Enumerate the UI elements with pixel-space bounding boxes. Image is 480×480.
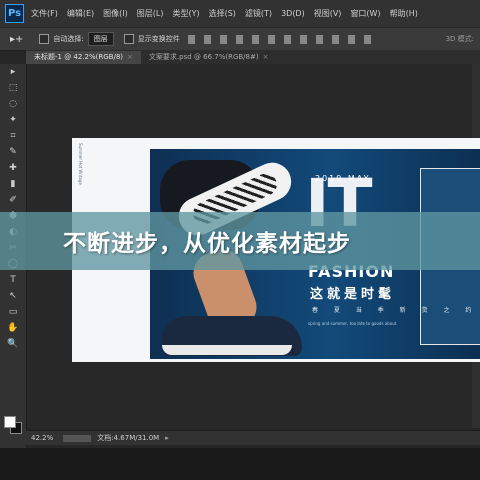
tab-copy-requirements[interactable]: 文案要求.psd @ 66.7%(RGB/8#) × [141,51,277,64]
menu-window[interactable]: 窗口(W) [350,8,380,19]
3d-mode-label: 3D 模式: [445,35,474,43]
zoom-level[interactable]: 42.2% [31,434,53,442]
status-bar: 42.2% 文档:4.67M/31.0M ▸ [26,430,480,445]
menu-filter[interactable]: 滤镜(T) [245,8,272,19]
healing-tool-icon[interactable]: ✚ [6,162,20,174]
banner-shoe-sole-bottom [162,345,292,355]
menu-image[interactable]: 图像(I) [103,8,128,19]
document-tabs: 未标题-1 @ 42.2%(RGB/8) × 文案要求.psd @ 66.7%(R… [26,50,480,64]
menu-view[interactable]: 视图(V) [314,8,342,19]
banner-tagline: spring and summer, too late to goods abo… [308,321,397,326]
close-icon[interactable]: × [127,53,133,61]
move-tool-icon[interactable]: ▸+ [10,34,23,45]
document-size: 文档:4.67M/31.0M [97,434,160,442]
clone-stamp-tool-icon[interactable]: ✐ [6,194,20,206]
crop-tool-icon[interactable]: ⌗ [6,130,20,142]
distribute-left-icon[interactable] [331,34,339,44]
menu-help[interactable]: 帮助(H) [390,8,418,19]
menu-edit[interactable]: 编辑(E) [67,8,94,19]
menu-bar: Ps 文件(F) 编辑(E) 图像(I) 图层(L) 类型(Y) 选择(S) 滤… [0,0,480,27]
eyedropper-tool-icon[interactable]: ✎ [6,146,20,158]
auto-select-dropdown[interactable]: 图层 [87,32,114,46]
type-tool-icon[interactable]: T [6,274,20,286]
banner-side-text: Summer Hot Vintage [78,143,83,185]
hand-tool-icon[interactable]: ✋ [6,322,20,334]
align-bottom-icon[interactable] [219,34,227,44]
distribute-top-icon[interactable] [283,34,291,44]
lasso-tool-icon[interactable]: ◌ [6,98,20,110]
distribute-right-icon[interactable] [363,34,371,44]
distribute-bottom-icon[interactable] [315,34,323,44]
menu-file[interactable]: 文件(F) [31,8,58,19]
tab-untitled-1[interactable]: 未标题-1 @ 42.2%(RGB/8) × [26,51,141,64]
align-icons [187,34,371,44]
path-selection-tool-icon[interactable]: ↖ [6,290,20,302]
caption-overlay: 不断进步，从优化素材起步 [0,212,480,270]
menu-layer[interactable]: 图层(L) [137,8,164,19]
banner-year: 2019.MAY [315,174,371,183]
status-menu-icon[interactable]: ▸ [165,434,169,442]
photoshop-logo: Ps [5,4,24,23]
menu-type[interactable]: 类型(Y) [172,8,199,19]
distribute-center-icon[interactable] [347,34,355,44]
zoom-tool-icon[interactable]: 🔍 [6,338,20,350]
tab-label: 未标题-1 @ 42.2%(RGB/8) [34,53,124,61]
zoom-scroll[interactable] [63,434,92,442]
magic-wand-tool-icon[interactable]: ✦ [6,114,20,126]
auto-select-label: 自动选择: [53,35,84,43]
menu-select[interactable]: 选择(S) [209,8,236,19]
bottom-area [0,448,480,480]
align-right-icon[interactable] [267,34,275,44]
align-center-icon[interactable] [251,34,259,44]
align-left-icon[interactable] [235,34,243,44]
caption-text: 不断进步，从优化素材起步 [63,231,351,257]
marquee-tool-icon[interactable]: ⬚ [6,82,20,94]
move-tool-icon[interactable]: ▸ [6,66,20,78]
close-icon[interactable]: × [263,53,269,61]
shape-tool-icon[interactable]: ▭ [6,306,20,318]
options-bar: ▸+ 自动选择: 图层 显示变换控件 3D 模式: [0,27,480,51]
transform-controls-label: 显示变换控件 [137,35,180,43]
transform-controls-checkbox[interactable] [123,34,134,44]
brush-tool-icon[interactable]: ▮ [6,178,20,190]
foreground-color-swatch[interactable] [4,416,16,428]
auto-select-checkbox[interactable] [39,34,50,44]
align-middle-icon[interactable] [203,34,211,44]
tab-label: 文案要求.psd @ 66.7%(RGB/8#) [148,53,259,61]
align-top-icon[interactable] [187,34,195,44]
banner-subtitle: 春 夏 当 季 新 货 之 约 [312,307,479,314]
distribute-middle-icon[interactable] [299,34,307,44]
menu-3d[interactable]: 3D(D) [281,9,305,18]
banner-chinese-title: 这就是时髦 [310,287,396,302]
